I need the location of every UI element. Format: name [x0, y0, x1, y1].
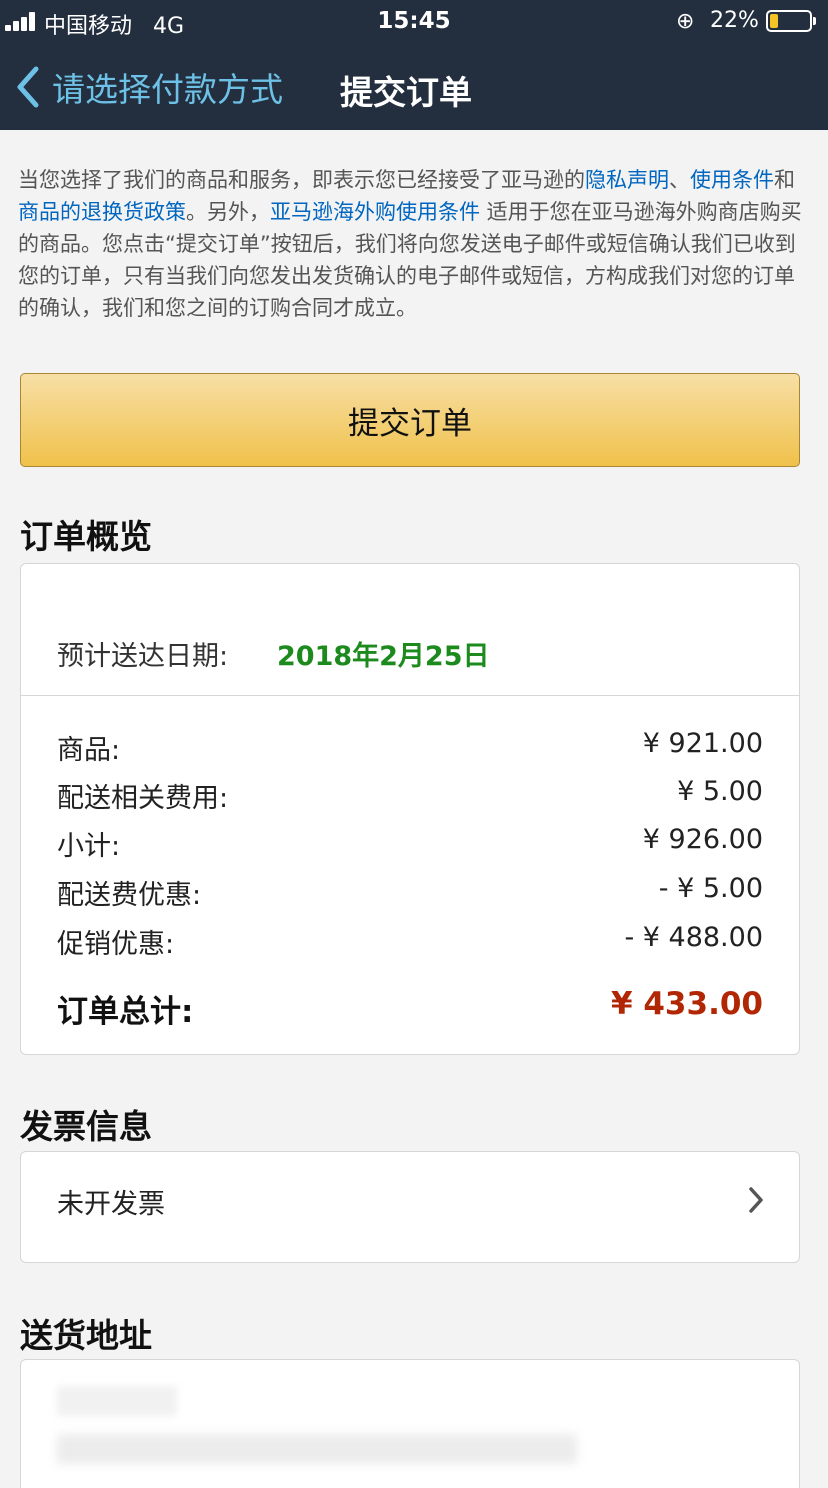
invoice-row[interactable]: 未开发票: [20, 1151, 800, 1263]
overseas-terms-link[interactable]: 亚马逊海外购使用条件: [270, 200, 480, 224]
clock: 15:45: [377, 8, 451, 34]
summary-row-shipping-discount: 配送费优惠: - ¥ 5.00: [57, 873, 763, 911]
nav-bar: 请选择付款方式 提交订单: [0, 44, 828, 130]
top-bar: 中国移动 4G 15:45 ⊕ 22% 请选择付款方式 提交订单: [0, 0, 828, 130]
summary-row-promotion: 促销优惠: - ¥ 488.00: [57, 922, 763, 960]
chevron-right-icon: [749, 1187, 763, 1213]
order-total: 订单总计: ¥ 433.00: [57, 986, 763, 1030]
eta-label: 预计送达日期:: [57, 641, 229, 672]
overview-title: 订单概览: [20, 517, 152, 556]
invoice-value: 未开发票: [57, 1189, 165, 1220]
terms-link[interactable]: 使用条件: [690, 168, 774, 192]
privacy-link[interactable]: 隐私声明: [585, 168, 669, 192]
summary-row-items: 商品: ¥ 921.00: [57, 728, 763, 766]
divider: [21, 695, 799, 696]
battery-icon: [766, 10, 816, 32]
redacted-address: [57, 1434, 577, 1464]
back-label: 请选择付款方式: [52, 70, 283, 109]
order-overview-card: 预计送达日期: 2018年2月25日 商品: ¥ 921.00 配送相关费用: …: [20, 563, 800, 1055]
summary-row-shipping: 配送相关费用: ¥ 5.00: [57, 776, 763, 814]
battery-percent: 22%: [710, 8, 759, 33]
page-title: 提交订单: [340, 73, 472, 112]
summary-row-subtotal: 小计: ¥ 926.00: [57, 824, 763, 862]
rotation-lock-icon: ⊕: [676, 9, 695, 34]
back-button[interactable]: 请选择付款方式: [14, 62, 283, 112]
redacted-name: [57, 1386, 177, 1416]
address-card[interactable]: [20, 1359, 800, 1488]
chevron-left-icon: [17, 66, 39, 108]
address-title: 送货地址: [20, 1316, 152, 1355]
status-bar: 中国移动 4G 15:45 ⊕ 22%: [0, 0, 828, 44]
legal-notice: 当您选择了我们的商品和服务，即表示您已经接受了亚马逊的隐私声明、使用条件和商品的…: [18, 168, 802, 320]
eta-date: 2018年2月25日: [277, 641, 490, 672]
return-policy-link[interactable]: 商品的退换货政策: [18, 200, 186, 224]
submit-order-button[interactable]: 提交订单: [20, 373, 800, 467]
invoice-title: 发票信息: [20, 1107, 152, 1146]
